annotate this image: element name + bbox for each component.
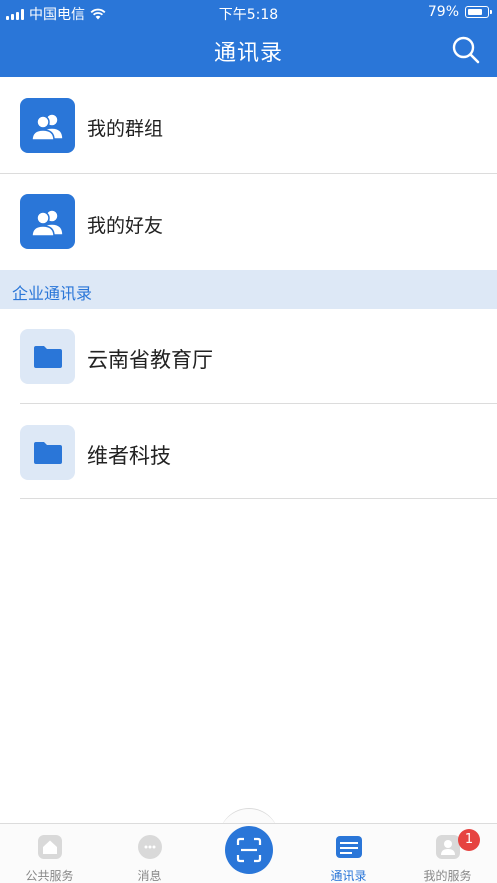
list-item-label: 我的群组 [87,118,164,140]
list-item-org[interactable]: 维者科技 [0,404,497,499]
users-icon [20,194,75,249]
home-icon [37,835,62,859]
users-icon [20,98,75,153]
tab-label: 我的服务 [423,869,472,883]
list-item-my-friends[interactable]: 我的好友 [0,174,497,270]
list-item-label: 云南省教育厅 [87,348,213,372]
scan-button[interactable] [225,826,273,874]
tab-messages[interactable]: 消息 [100,824,199,883]
header: 中国电信 下午5:18 79% 通讯录 [0,0,497,77]
folder-icon [20,425,75,480]
search-button[interactable] [451,35,481,65]
tab-label: 公共服务 [25,869,74,883]
services-icon [435,835,460,859]
tab-my-services[interactable]: 我的服务 [398,824,497,883]
battery-percent: 79% [427,4,459,20]
status-bar: 中国电信 下午5:18 79% [0,0,497,26]
list-item-label: 我的好友 [87,215,164,237]
list-item-org[interactable]: 云南省教育厅 [0,309,497,404]
battery-icon [465,6,492,18]
section-header: 企业通讯录 [0,270,497,309]
status-right: 79% [427,4,492,20]
folder-icon [20,329,75,384]
list-item-my-groups[interactable]: 我的群组 [0,77,497,174]
search-icon [452,36,480,64]
scan-icon [236,837,262,863]
page-title: 通讯录 [213,41,283,66]
divider [20,498,497,499]
chat-icon [137,835,162,859]
contacts-screen: 中国电信 下午5:18 79% 通讯录 我的群组 我的好友 企业通讯录 云南省教… [0,0,497,883]
tab-contacts[interactable]: 通讯录 [299,824,398,883]
tab-label: 消息 [137,869,162,883]
contacts-icon [335,836,362,858]
tab-public-services[interactable]: 公共服务 [0,824,99,883]
section-title: 企业通讯录 [12,284,93,303]
list-item-label: 维者科技 [87,444,171,468]
notification-badge: 1 [458,829,480,851]
status-time: 下午5:18 [218,7,279,23]
tab-label: 通讯录 [330,869,367,883]
